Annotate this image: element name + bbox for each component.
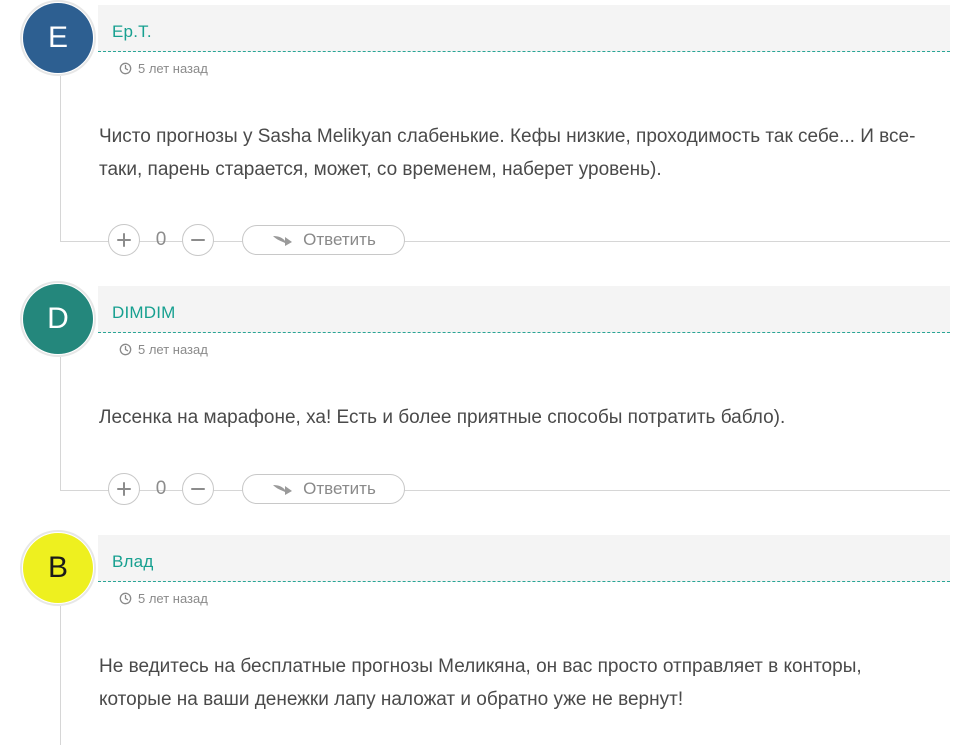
downvote-button[interactable]	[182, 473, 214, 505]
comment-text: Чисто прогнозы у Sasha Melikyan слабеньк…	[99, 126, 916, 180]
plus-icon	[117, 482, 131, 496]
upvote-button[interactable]	[108, 224, 140, 256]
reply-button[interactable]: Ответить	[242, 474, 405, 504]
comment-author[interactable]: DIMDIM	[112, 303, 176, 323]
reply-arrow-icon	[273, 485, 293, 495]
vote-count: 0	[155, 229, 167, 250]
reply-button[interactable]: Ответить	[242, 225, 405, 255]
comment: Ер.Т. E 5 лет назад Чисто прогнозы у Sas…	[0, 0, 953, 270]
comment-timestamp: 5 лет назад	[119, 61, 208, 76]
reply-label: Ответить	[303, 230, 376, 249]
comment-text: Не ведитесь на бесплатные прогнозы Мелик…	[99, 656, 862, 710]
comment: Влад B 5 лет назад Не ведитесь на беспла…	[0, 530, 953, 745]
avatar: D	[20, 281, 96, 357]
reply-arrow-icon	[273, 236, 293, 246]
comment-actions: 0 Ответить	[108, 224, 405, 256]
comment: DIMDIM D 5 лет назад Лесенка на марафоне…	[0, 281, 953, 509]
vote-count: 0	[155, 478, 167, 499]
thread-line	[60, 76, 61, 241]
clock-icon	[119, 343, 132, 356]
comment-header: DIMDIM	[98, 286, 950, 333]
minus-icon	[191, 488, 205, 490]
thread-line	[60, 357, 61, 490]
upvote-button[interactable]	[108, 473, 140, 505]
avatar-letter: D	[23, 284, 93, 354]
minus-icon	[191, 239, 205, 241]
comment-timestamp: 5 лет назад	[119, 342, 208, 357]
comment-timestamp: 5 лет назад	[119, 591, 208, 606]
avatar-letter: E	[23, 3, 93, 73]
comment-header: Ер.Т.	[98, 5, 950, 52]
comment-author[interactable]: Ер.Т.	[112, 22, 152, 42]
clock-icon	[119, 62, 132, 75]
comment-author[interactable]: Влад	[112, 552, 153, 572]
timestamp-text: 5 лет назад	[138, 342, 208, 357]
reply-label: Ответить	[303, 479, 376, 498]
avatar: E	[20, 0, 96, 76]
avatar: B	[20, 530, 96, 606]
thread-line	[60, 606, 61, 745]
comment-actions: 0 Ответить	[108, 473, 405, 505]
clock-icon	[119, 592, 132, 605]
timestamp-text: 5 лет назад	[138, 591, 208, 606]
comment-header: Влад	[98, 535, 950, 582]
avatar-letter: B	[23, 533, 93, 603]
plus-icon	[117, 233, 131, 247]
timestamp-text: 5 лет назад	[138, 61, 208, 76]
comments-list: Ер.Т. E 5 лет назад Чисто прогнозы у Sas…	[0, 0, 953, 745]
comment-text: Лесенка на марафоне, ха! Есть и более пр…	[99, 407, 786, 428]
downvote-button[interactable]	[182, 224, 214, 256]
